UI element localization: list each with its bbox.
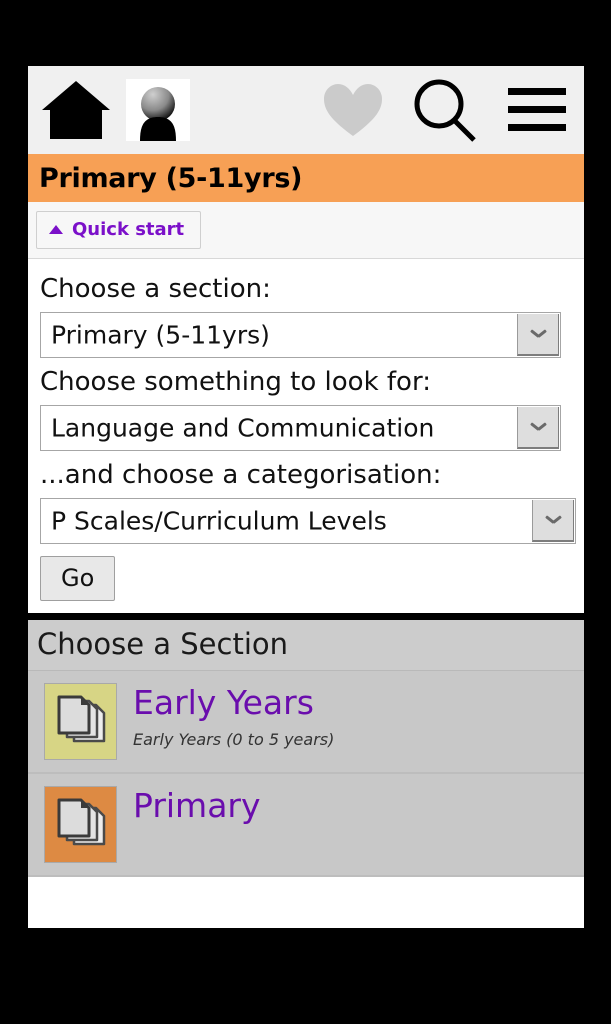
list-item-title: Early Years: [133, 682, 314, 722]
choose-section-heading: Choose a Section: [28, 620, 584, 671]
chevron-down-glyph: [531, 422, 546, 431]
quick-start-toggle-button[interactable]: Quick start: [36, 211, 202, 249]
quick-start-label: Quick start: [72, 219, 185, 240]
user-avatar-icon[interactable]: [126, 79, 190, 141]
chevron-down-glyph: [531, 329, 546, 338]
list-item[interactable]: Primary: [28, 773, 584, 877]
app-bar: [28, 66, 584, 154]
list-item-text: Primary: [133, 786, 261, 824]
user-avatar-glyph: [140, 87, 176, 141]
categorisation-select[interactable]: P Scales/Curriculum Levels: [40, 497, 576, 544]
page-title-bar: Primary (5-11yrs): [28, 154, 584, 202]
list-item[interactable]: Early Years Early Years (0 to 5 years): [28, 670, 584, 774]
list-item-text: Early Years Early Years (0 to 5 years): [133, 683, 334, 749]
quick-start-panel: Choose a section: Primary (5-11yrs) Choo…: [28, 259, 584, 613]
triangle-up-icon: [49, 225, 63, 234]
stacked-pages-icon: [44, 785, 117, 863]
categorisation-select-value: P Scales/Curriculum Levels: [51, 506, 387, 536]
quick-start-strip: Quick start: [28, 202, 584, 259]
home-icon-glyph: [42, 81, 110, 139]
lookfor-field-label: Choose something to look for:: [40, 366, 431, 397]
chevron-down-glyph: [546, 515, 561, 524]
heart-icon-glyph: [324, 84, 382, 136]
page-title: Primary (5-11yrs): [39, 162, 303, 194]
list-item-title: Primary: [133, 785, 261, 825]
lookfor-select-value: Language and Communication: [51, 413, 435, 443]
section-divider: [28, 612, 584, 620]
stacked-pages-icon: [44, 682, 117, 760]
choose-section-block: Choose a Section Early Years Early Years…: [28, 619, 584, 877]
home-icon[interactable]: [40, 79, 112, 141]
lookfor-select[interactable]: Language and Communication: [40, 404, 561, 451]
phone-screen: Primary (5-11yrs) Quick start Choose a s…: [28, 66, 584, 928]
search-icon[interactable]: [412, 77, 478, 143]
chevron-down-icon[interactable]: [532, 499, 574, 542]
section-field-label: Choose a section:: [40, 274, 271, 304]
hamburger-menu-glyph: [508, 88, 566, 131]
app-bar-left-group: [28, 79, 190, 141]
chevron-down-icon[interactable]: [517, 313, 559, 356]
hamburger-menu-icon[interactable]: [506, 85, 568, 135]
section-select-value: Primary (5-11yrs): [51, 320, 270, 350]
phone-device-frame: Primary (5-11yrs) Quick start Choose a s…: [0, 0, 611, 1024]
go-button[interactable]: Go: [40, 555, 116, 601]
section-select[interactable]: Primary (5-11yrs): [40, 311, 561, 358]
stacked-pages-glyph: [57, 695, 105, 743]
categorisation-field-label: ...and choose a categorisation:: [40, 459, 442, 490]
chevron-down-icon[interactable]: [517, 406, 559, 449]
list-item-subtitle: Early Years (0 to 5 years): [133, 729, 335, 749]
stacked-pages-glyph: [57, 798, 105, 846]
search-icon-glyph: [414, 79, 476, 142]
heart-icon[interactable]: [322, 82, 384, 138]
app-bar-right-group: [322, 77, 584, 143]
